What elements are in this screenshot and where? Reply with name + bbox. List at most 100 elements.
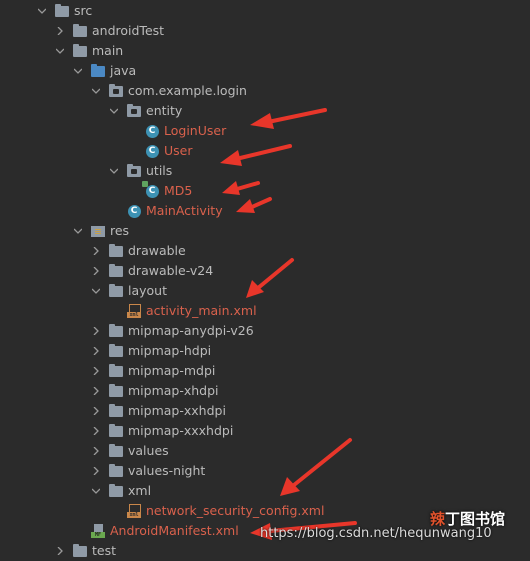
chevron-right-icon[interactable] — [90, 241, 102, 261]
project-tree: src androidTest main java com.example.lo… — [0, 0, 530, 558]
chevron-down-icon[interactable] — [72, 221, 84, 241]
chevron-down-icon[interactable] — [90, 81, 102, 101]
chevron-down-icon[interactable] — [72, 61, 84, 81]
tree-node-mipmap-hdpi[interactable]: mipmap-hdpi — [90, 341, 530, 361]
chevron-down-icon[interactable] — [108, 101, 120, 121]
tree-node-label: mipmap-xxhdpi — [128, 403, 226, 418]
folder-icon — [108, 463, 124, 479]
chevron-right-icon[interactable] — [54, 541, 66, 561]
chevron-right-icon[interactable] — [90, 441, 102, 461]
chevron-down-icon[interactable] — [90, 281, 102, 301]
chevron-right-icon[interactable] — [90, 421, 102, 441]
tree-node-label: main — [92, 43, 124, 58]
source-folder-icon — [90, 63, 106, 79]
class-icon: C — [144, 143, 160, 159]
chevron-down-icon[interactable] — [108, 161, 120, 181]
tree-node-mipmap-xxhdpi[interactable]: mipmap-xxhdpi — [90, 401, 530, 421]
tree-node-main[interactable]: main — [54, 41, 530, 61]
tree-node-androidtest[interactable]: androidTest — [54, 21, 530, 41]
tree-node-label: layout — [128, 283, 168, 298]
tree-node-label: mipmap-mdpi — [128, 363, 216, 378]
tree-node-label: values — [128, 443, 169, 458]
folder-icon — [108, 343, 124, 359]
chevron-down-icon[interactable] — [36, 1, 48, 21]
watermark: https://blog.csdn.net/hequnwang10 — [260, 526, 492, 541]
tree-node-label: xml — [128, 483, 152, 498]
chevron-down-icon[interactable] — [54, 41, 66, 61]
tree-node-drawable[interactable]: drawable — [90, 241, 530, 261]
tree-node-com-example-login[interactable]: com.example.login — [90, 81, 530, 101]
manifest-file-icon: MF — [90, 523, 106, 539]
tree-node-res[interactable]: res — [72, 221, 530, 241]
tree-node-label: drawable-v24 — [128, 263, 214, 278]
chevron-right-icon[interactable] — [90, 381, 102, 401]
tree-node-mipmap-mdpi[interactable]: mipmap-mdpi — [90, 361, 530, 381]
package-icon — [126, 103, 142, 119]
tree-node-label: java — [110, 63, 137, 78]
tree-node-layout[interactable]: layout — [90, 281, 530, 301]
tree-node-user[interactable]: C User — [138, 141, 530, 161]
tree-node-label: activity_main.xml — [146, 303, 257, 318]
tree-node-label: LoginUser — [164, 123, 227, 138]
folder-icon — [108, 443, 124, 459]
tree-node-label: drawable — [128, 243, 186, 258]
folder-icon — [108, 383, 124, 399]
folder-icon — [72, 43, 88, 59]
folder-icon — [108, 283, 124, 299]
tree-node-loginuser[interactable]: C LoginUser — [138, 121, 530, 141]
chevron-right-icon[interactable] — [90, 361, 102, 381]
folder-icon — [108, 323, 124, 339]
tree-node-mipmap-xxxhdpi[interactable]: mipmap-xxxhdpi — [90, 421, 530, 441]
tree-node-values[interactable]: values — [90, 441, 530, 461]
chevron-down-icon[interactable] — [90, 481, 102, 501]
tree-node-java[interactable]: java — [72, 61, 530, 81]
folder-icon — [54, 3, 70, 19]
tree-node-activity-main-xml[interactable]: xml activity_main.xml — [120, 301, 530, 321]
folder-icon — [72, 543, 88, 559]
tree-node-drawable-v24[interactable]: drawable-v24 — [90, 261, 530, 281]
folder-icon — [108, 423, 124, 439]
tree-node-src[interactable]: src — [36, 1, 530, 21]
folder-icon — [72, 23, 88, 39]
tree-node-md5[interactable]: C MD5 — [138, 181, 530, 201]
tree-node-values-night[interactable]: values-night — [90, 461, 530, 481]
tree-node-label: values-night — [128, 463, 206, 478]
tree-node-label: test — [92, 543, 117, 558]
folder-icon — [108, 483, 124, 499]
xml-file-icon: xml — [126, 503, 142, 519]
resource-folder-icon — [90, 223, 106, 239]
class-icon: C — [142, 181, 160, 199]
tree-node-xml[interactable]: xml — [90, 481, 530, 501]
tree-node-label: mipmap-hdpi — [128, 343, 212, 358]
chevron-right-icon[interactable] — [90, 401, 102, 421]
tree-node-label: utils — [146, 163, 173, 178]
tree-node-label: network_security_config.xml — [146, 503, 325, 518]
tree-node-utils[interactable]: utils — [108, 161, 530, 181]
folder-icon — [108, 263, 124, 279]
tree-node-label: androidTest — [92, 23, 165, 38]
chevron-right-icon[interactable] — [90, 261, 102, 281]
folder-icon — [108, 243, 124, 259]
tree-node-test[interactable]: test — [54, 541, 530, 561]
class-icon: C — [144, 123, 160, 139]
tree-node-mipmap-anydpi-v26[interactable]: mipmap-anydpi-v26 — [90, 321, 530, 341]
class-icon: C — [126, 203, 142, 219]
chevron-right-icon[interactable] — [54, 21, 66, 41]
chevron-right-icon[interactable] — [90, 341, 102, 361]
package-icon — [126, 163, 142, 179]
xml-file-icon: xml — [126, 303, 142, 319]
tree-node-label: MainActivity — [146, 203, 223, 218]
tree-node-label: mipmap-xhdpi — [128, 383, 219, 398]
chevron-right-icon[interactable] — [90, 461, 102, 481]
tree-node-label: src — [74, 3, 93, 18]
tree-node-entity[interactable]: entity — [108, 101, 530, 121]
folder-icon — [108, 363, 124, 379]
tree-node-mainactivity[interactable]: C MainActivity — [120, 201, 530, 221]
tree-node-mipmap-xhdpi[interactable]: mipmap-xhdpi — [90, 381, 530, 401]
tree-node-label: entity — [146, 103, 183, 118]
chevron-right-icon[interactable] — [90, 321, 102, 341]
package-icon — [108, 83, 124, 99]
tree-node-label: mipmap-xxxhdpi — [128, 423, 234, 438]
tree-node-label: AndroidManifest.xml — [110, 523, 239, 538]
tree-node-label: res — [110, 223, 130, 238]
